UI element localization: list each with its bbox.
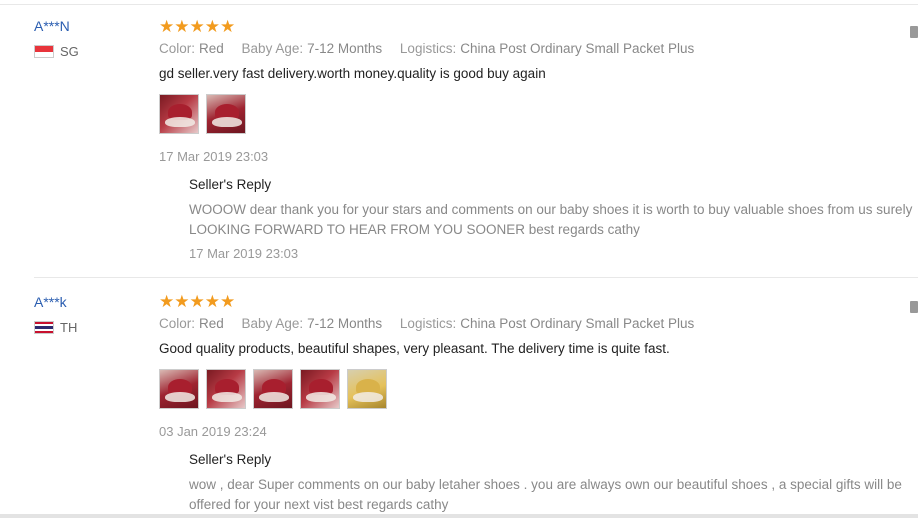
attr-age-value: 7-12 Months [307,316,383,331]
review-photo-thumbnail[interactable] [253,369,293,409]
attr-age-value: 7-12 Months [307,41,383,56]
flag-sg-icon [34,45,54,58]
review-date: 03 Jan 2019 23:24 [159,424,267,439]
review-photos [159,94,246,134]
country-code: TH [60,320,78,335]
review-photo-thumbnail[interactable] [206,94,246,134]
attr-color-value: Red [199,316,224,331]
attr-color-key: Color: [159,316,196,331]
reviewer-country: SG [34,44,79,59]
attr-color-value: Red [199,41,224,56]
review-comment: gd seller.very fast delivery.worth money… [159,66,546,81]
purchase-attributes: Color: Red Baby Age: 7-12 Months Logistics… [159,316,708,331]
seller-reply-line: WOOOW dear thank you for your stars and … [189,202,913,217]
reviewer-name[interactable]: A***k [34,294,67,310]
bottom-border [0,514,918,518]
attr-logistics-value: China Post Ordinary Small Packet Plus [460,41,695,56]
review-comment: Good quality products, beautiful shapes,… [159,341,670,356]
attr-logistics-value: China Post Ordinary Small Packet Plus [460,316,695,331]
flag-th-icon [34,321,54,334]
purchase-attributes: Color: Red Baby Age: 7-12 Months Logistics… [159,41,708,56]
review-photos [159,369,387,409]
side-action-icon[interactable] [910,301,918,313]
attr-logistics-key: Logistics: [399,41,457,56]
reviewer-name[interactable]: A***N [34,18,70,34]
review-date: 17 Mar 2019 23:03 [159,149,269,164]
review-item: A***N SG ★★★★★ Color: Red Baby Age: 7-12 M… [0,0,918,278]
seller-reply-text: wow , dear Super comments on our baby le… [189,475,918,515]
seller-reply-text: WOOOW dear thank you for your stars and … [189,200,918,240]
review-photo-thumbnail[interactable] [347,369,387,409]
review-photo-thumbnail[interactable] [206,369,246,409]
attr-age-key: Baby Age: [241,41,304,56]
country-code: SG [60,44,79,59]
attr-age-key: Baby Age: [241,316,304,331]
review-item: A***k TH ★★★★★ Color: Red Baby Age: 7-12 M… [0,278,918,518]
seller-reply-date: 17 Mar 2019 23:03 [189,246,299,261]
seller-reply-line: LOOKING FORWARD TO HEAR FROM YOU SOONER … [189,222,640,237]
review-photo-thumbnail[interactable] [159,94,199,134]
seller-reply-title: Seller's Reply [189,177,272,192]
attr-logistics-key: Logistics: [399,316,457,331]
seller-reply-line: offered for your next vist best regards … [189,497,449,512]
star-rating: ★★★★★ [159,17,236,36]
side-action-icon[interactable] [910,26,918,38]
seller-reply-title: Seller's Reply [189,452,272,467]
seller-reply-line: wow , dear Super comments on our baby le… [189,477,902,492]
reviewer-country: TH [34,320,77,335]
star-rating: ★★★★★ [159,292,236,311]
attr-color-key: Color: [159,41,196,56]
review-photo-thumbnail[interactable] [300,369,340,409]
review-photo-thumbnail[interactable] [159,369,199,409]
